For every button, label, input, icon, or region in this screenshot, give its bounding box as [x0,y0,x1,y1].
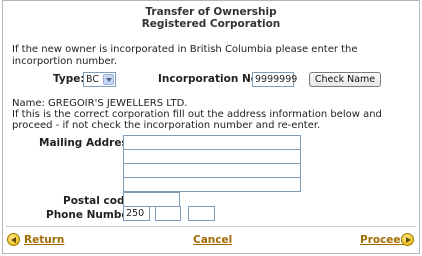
intro-text: If the new owner is incorporated in Brit… [12,44,358,67]
chevron-down-icon[interactable] [103,74,114,85]
cancel-link[interactable]: Cancel [193,234,232,246]
incorporation-number-input[interactable]: 9999999 [252,72,297,87]
left-arrow-circle-icon[interactable] [7,233,20,246]
confirm-text: If this is the correct corporation fill … [12,109,382,131]
mailing-address-line-1[interactable] [123,135,301,150]
corporation-name: Name: GREGOIR'S JEWELLERS LTD. [12,98,188,109]
page-subtitle: Registered Corporation [141,18,281,30]
incorporation-row: Type: BC Incorporation No.: 9999999 Chec… [3,72,419,88]
phone-line-input[interactable] [188,206,215,221]
transfer-form-panel: Transfer of Ownership Registered Corpora… [2,0,420,254]
return-link[interactable]: Return [24,234,64,246]
type-select[interactable]: BC [83,72,116,87]
type-select-value: BC [86,74,99,85]
mailing-address-line-3[interactable] [123,163,301,178]
incorporation-label: Incorporation No.: [158,73,267,85]
footer-divider [6,226,416,227]
phone-area-code-input[interactable]: 250 [123,206,150,221]
mailing-address-line-4[interactable] [123,177,301,192]
page-title: Transfer of Ownership [145,6,277,18]
right-arrow-circle-icon[interactable] [401,233,414,246]
mailing-address-line-2[interactable] [123,149,301,164]
check-name-button[interactable]: Check Name [309,72,381,87]
corporation-info: Name: GREGOIR'S JEWELLERS LTD. If this i… [12,98,416,131]
phone-prefix-input[interactable] [155,206,181,221]
type-label: Type: [53,73,85,85]
postal-code-input[interactable] [123,192,180,207]
